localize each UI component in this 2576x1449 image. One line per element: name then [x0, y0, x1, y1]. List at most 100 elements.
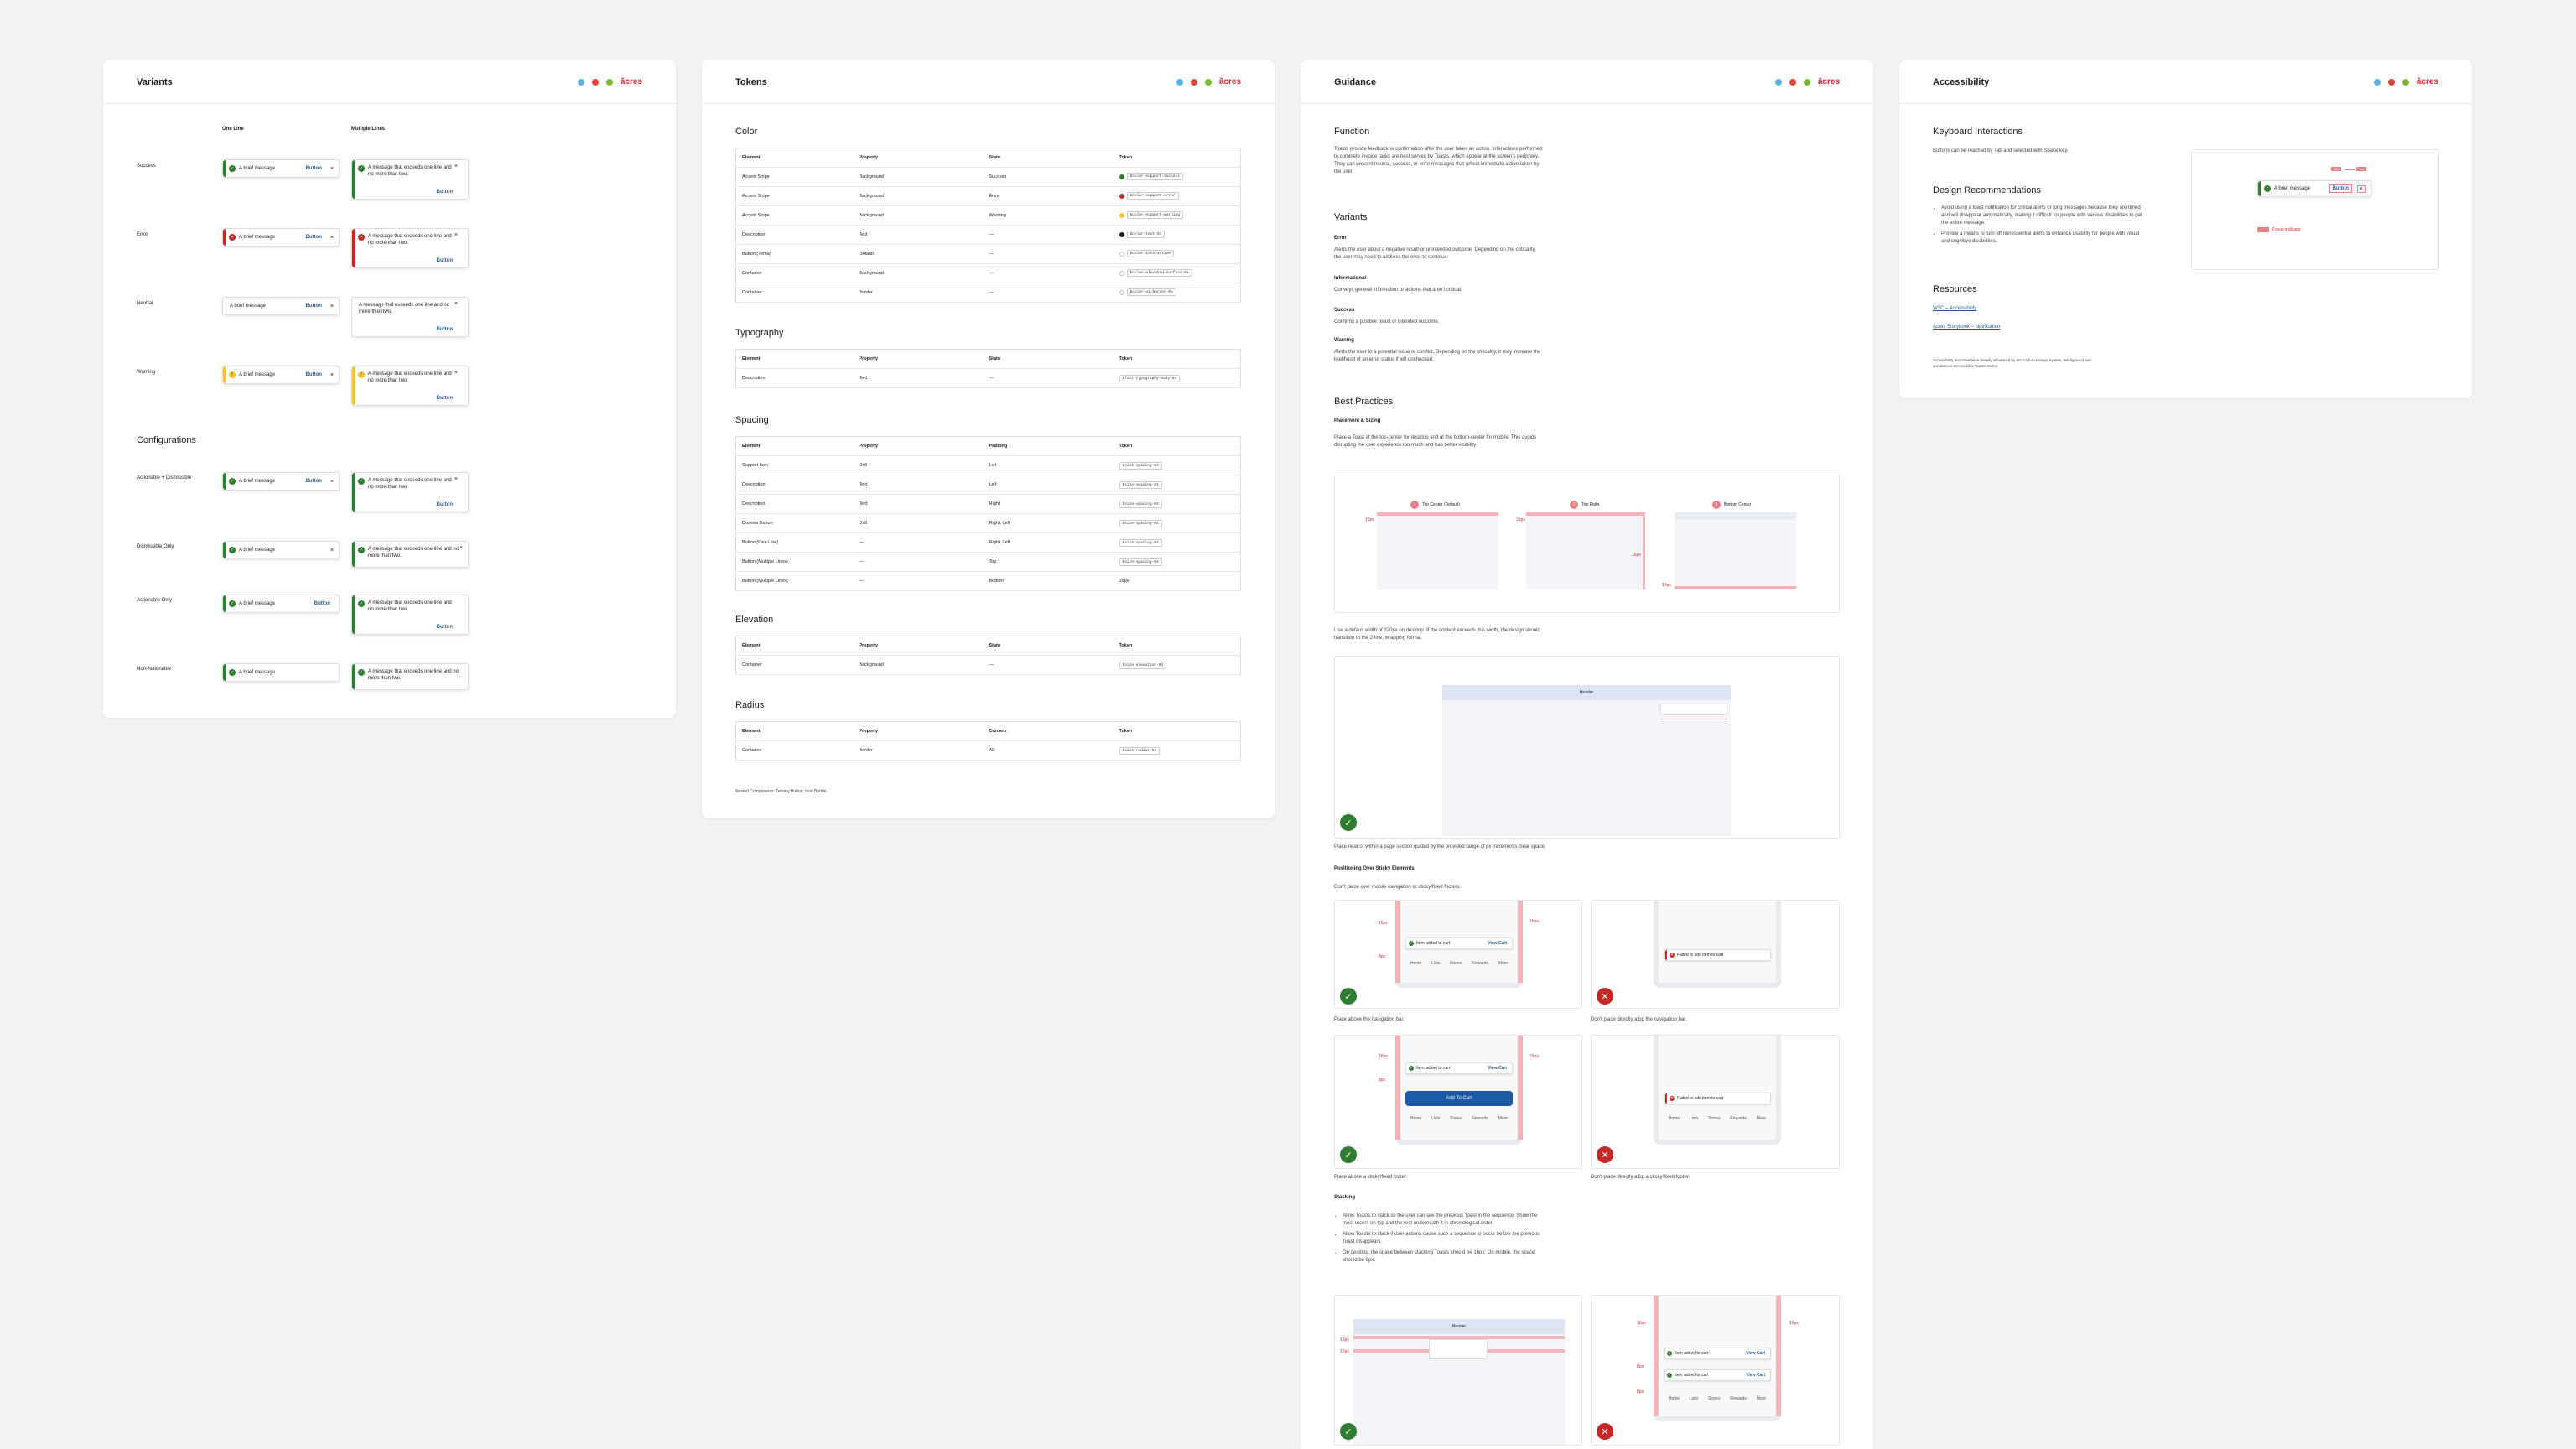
- accent-stripe: [352, 366, 355, 405]
- close-icon[interactable]: ×: [330, 479, 334, 485]
- brand-dot-red-icon: [2387, 78, 2395, 86]
- toast-action-button[interactable]: Button: [437, 258, 453, 263]
- toast-action-button[interactable]: Button: [306, 304, 322, 309]
- close-icon[interactable]: ×: [330, 235, 334, 241]
- color-swatch: [1119, 193, 1124, 199]
- table-row: Description Text Left $size-spacing-04: [735, 475, 1241, 495]
- measure-label: 16px: [1637, 1321, 1646, 1326]
- card-title: Accessibility: [1933, 76, 1990, 87]
- col-header-multi-line: Multiple Lines: [351, 127, 386, 132]
- toast-message: A message that exceeds one line and no m…: [368, 371, 452, 383]
- checkmark-icon: ✓: [358, 478, 365, 485]
- brand-dot-green-icon: [1204, 78, 1212, 86]
- list-item: Allow Toasts to stack so the user can se…: [1343, 1213, 1544, 1228]
- table-row: Button (Multiple Lines) — Bottom 16px: [735, 571, 1241, 591]
- token-chip: $color-support-warning: [1126, 211, 1183, 220]
- list-item: Allow Toasts to stack if user actions ca…: [1343, 1231, 1544, 1246]
- close-icon[interactable]: ×: [454, 164, 458, 169]
- resource-link[interactable]: Acres Storybook – Notification: [1933, 324, 2000, 331]
- close-icon[interactable]: ×: [330, 304, 334, 309]
- toast-action-button[interactable]: Button: [306, 235, 322, 240]
- desktop-screen: Header: [1442, 685, 1731, 836]
- toast-action-button[interactable]: Button: [306, 166, 322, 171]
- stacking-list: Allow Toasts to stack so the user can se…: [1334, 1213, 1544, 1268]
- toast-action-button[interactable]: Button: [306, 372, 322, 377]
- close-icon[interactable]: ×: [330, 548, 334, 553]
- measure-label: 16px: [1530, 1054, 1539, 1059]
- sticky-example-nav-dont: ✕ Failed to add item to cart ✕: [1591, 900, 1840, 1009]
- list-item: Avoid using a toast notification for cri…: [1941, 205, 2142, 227]
- toast-action-button[interactable]: Button: [437, 502, 453, 507]
- close-icon[interactable]: ×: [454, 232, 458, 238]
- table-row: Button (One Line) — Right, Left $size-spaci…: [735, 532, 1241, 553]
- token-chip: $color-support-error: [1126, 192, 1179, 200]
- toast-config-one-line: ✓ A brief message ×: [222, 541, 340, 559]
- measure-label: 8px: [1637, 1364, 1644, 1369]
- toast-action-button[interactable]: Button: [314, 601, 330, 606]
- toast-message: A brief message: [239, 548, 276, 553]
- tab-label: Tab: [2331, 167, 2342, 171]
- add-to-cart-button[interactable]: Add To Cart: [1405, 1091, 1513, 1106]
- close-icon[interactable]: ×: [454, 370, 458, 376]
- position-label: 3 Bottom Center: [1712, 501, 1751, 509]
- toast-warning-multi-line: ! A message that exceeds one line and no…: [351, 366, 469, 406]
- accent-stripe: [223, 473, 226, 490]
- accent-stripe: [223, 664, 226, 681]
- variants-header: Variants ăcres: [103, 60, 676, 104]
- dont-cross-icon: ✕: [1597, 1146, 1613, 1163]
- stacking-desktop-example: Header 16px 16px ✓: [1334, 1295, 1582, 1446]
- screen-top-center: [1377, 512, 1498, 589]
- brand-logo: ăcres: [2416, 77, 2438, 86]
- mobile-screen: [1395, 1036, 1523, 1145]
- token-chip: $color-elevated-surface-0x: [1126, 269, 1192, 278]
- brand-logos: ăcres: [1774, 77, 1840, 86]
- checkmark-icon: ✓: [229, 600, 236, 607]
- toast-action-button[interactable]: Button: [437, 190, 453, 195]
- toast-action-button[interactable]: Button: [437, 625, 453, 630]
- accessibility-card: Accessibility ăcres Keyboard Interaction…: [1899, 60, 2472, 398]
- close-icon[interactable]: ×: [454, 476, 458, 482]
- checkmark-icon: ✓: [358, 600, 365, 607]
- table-row: Description Text — $font-typography-body-04: [735, 368, 1241, 388]
- toast-message: A brief message: [239, 670, 276, 675]
- brand-dot-red-icon: [591, 78, 599, 86]
- close-icon[interactable]: ×: [330, 166, 334, 172]
- toast-action-button[interactable]: Button: [437, 327, 453, 332]
- toast-message: A brief message: [239, 601, 276, 606]
- variants-card: Variants ăcres One Line Multiple Lines S…: [103, 60, 676, 718]
- spacing-guide: [1395, 1036, 1400, 1140]
- measure-label: 16px: [1340, 1349, 1349, 1354]
- table-row: Container Border — $color-ui-border-0x: [735, 283, 1241, 303]
- sticky-example-footer-do: 16px 16px 8px ✓ Item added to cart View …: [1334, 1035, 1582, 1169]
- measure-label: 16px: [1365, 517, 1374, 522]
- number-badge: 2: [1570, 501, 1578, 509]
- close-icon[interactable]: ×: [330, 372, 334, 378]
- focus-demo-panel: Tab Tab ✓ A brief message Button × Focus…: [2191, 149, 2439, 270]
- toast-config-one-line: ✓ A brief message Button ×: [222, 472, 340, 491]
- toast-error-one-line: ✕ A brief message Button ×: [222, 228, 340, 247]
- accent-stripe: [352, 664, 355, 689]
- color-swatch: [1119, 231, 1124, 237]
- brand-logos: ăcres: [1176, 77, 1241, 86]
- measure-label: 16px: [1379, 921, 1388, 926]
- toast-action-button[interactable]: Button: [437, 396, 453, 401]
- close-icon[interactable]: ×: [454, 301, 458, 307]
- toast-action-button[interactable]: Button: [306, 479, 322, 484]
- bottom-nav: Home Lists Stores Rewards More: [1410, 1116, 1509, 1121]
- checkmark-icon: ✓: [229, 547, 236, 553]
- caption: Place above the navigation bar.: [1334, 1017, 1405, 1022]
- col-header-one-line: One Line: [222, 127, 244, 132]
- brand-dot-blue-icon: [1774, 78, 1782, 86]
- close-icon[interactable]: ×: [460, 545, 463, 551]
- tab-label: Tab: [2356, 167, 2367, 171]
- config-label: Actionable + Dismissible: [137, 475, 192, 480]
- accent-stripe: [223, 542, 226, 558]
- number-badge: 3: [1712, 501, 1721, 509]
- close-icon[interactable]: ×: [2356, 184, 2366, 193]
- toast-action-button[interactable]: Button: [2329, 184, 2352, 193]
- do-check-icon: ✓: [1340, 988, 1357, 1005]
- checkmark-icon: ✓: [1409, 1066, 1414, 1071]
- focus-legend: Focus indicator: [2257, 227, 2301, 232]
- resource-link[interactable]: W3C – Accessibility: [1933, 305, 1976, 313]
- variant-name: Error: [1334, 236, 1347, 241]
